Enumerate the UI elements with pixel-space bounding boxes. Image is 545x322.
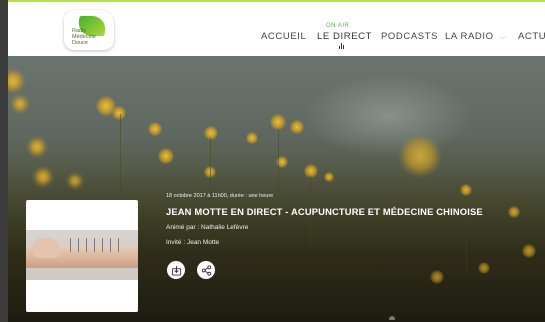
- hero-banner: 18 octobre 2017 à 11h00, durée : une heu…: [8, 56, 545, 322]
- acupuncture-needle: [118, 238, 119, 252]
- nav-item-podcasts[interactable]: PODCASTS: [381, 31, 438, 42]
- nav-item-actus[interactable]: ACTUS: [518, 31, 545, 42]
- page: Radio Médecine Douce ACCUEIL ON AIR LE D…: [0, 0, 545, 322]
- live-signal-icon: [339, 43, 345, 49]
- episode-title[interactable]: JEAN MOTTE EN DIRECT - ACUPUNCTURE ET MÉ…: [166, 206, 483, 217]
- logo-text: Radio Médecine Douce: [72, 28, 96, 46]
- nav-item-le-direct[interactable]: LE DIRECT: [317, 31, 372, 42]
- onair-badge: ON AIR: [326, 23, 350, 29]
- acupuncture-needle: [78, 238, 79, 252]
- episode-host: Animé par : Nathalie Lefèvre: [166, 224, 249, 231]
- acupuncture-needle: [110, 238, 111, 252]
- acupuncture-needle: [70, 238, 71, 252]
- nav-item-accueil[interactable]: ACCUEIL: [261, 31, 306, 42]
- episode-meta: 18 octobre 2017 à 11h00, durée : une heu…: [166, 193, 274, 199]
- site-header: Radio Médecine Douce ACCUEIL ON AIR LE D…: [8, 2, 545, 56]
- episode-thumbnail[interactable]: [26, 200, 138, 312]
- scroll-indicator[interactable]: [389, 316, 395, 320]
- chevron-down-icon: ⌵: [499, 32, 507, 41]
- thumbnail-bottom: [26, 280, 138, 312]
- nav-item-la-radio[interactable]: LA RADIO ⌵: [445, 31, 506, 42]
- site-logo[interactable]: Radio Médecine Douce: [64, 10, 114, 50]
- acupuncture-needle: [102, 238, 103, 252]
- nav-item-la-radio-label: LA RADIO: [445, 31, 494, 42]
- episode-guest: Invité : Jean Motte: [166, 239, 220, 246]
- download-button[interactable]: [167, 261, 185, 279]
- thumbnail-hand: [32, 238, 60, 258]
- share-button[interactable]: [197, 261, 215, 279]
- download-icon: [171, 265, 181, 276]
- acupuncture-needle: [94, 238, 95, 252]
- share-icon: [201, 264, 211, 276]
- logo-line-3: Douce: [72, 40, 88, 46]
- acupuncture-needle: [86, 238, 87, 252]
- left-browser-strip: [0, 0, 8, 322]
